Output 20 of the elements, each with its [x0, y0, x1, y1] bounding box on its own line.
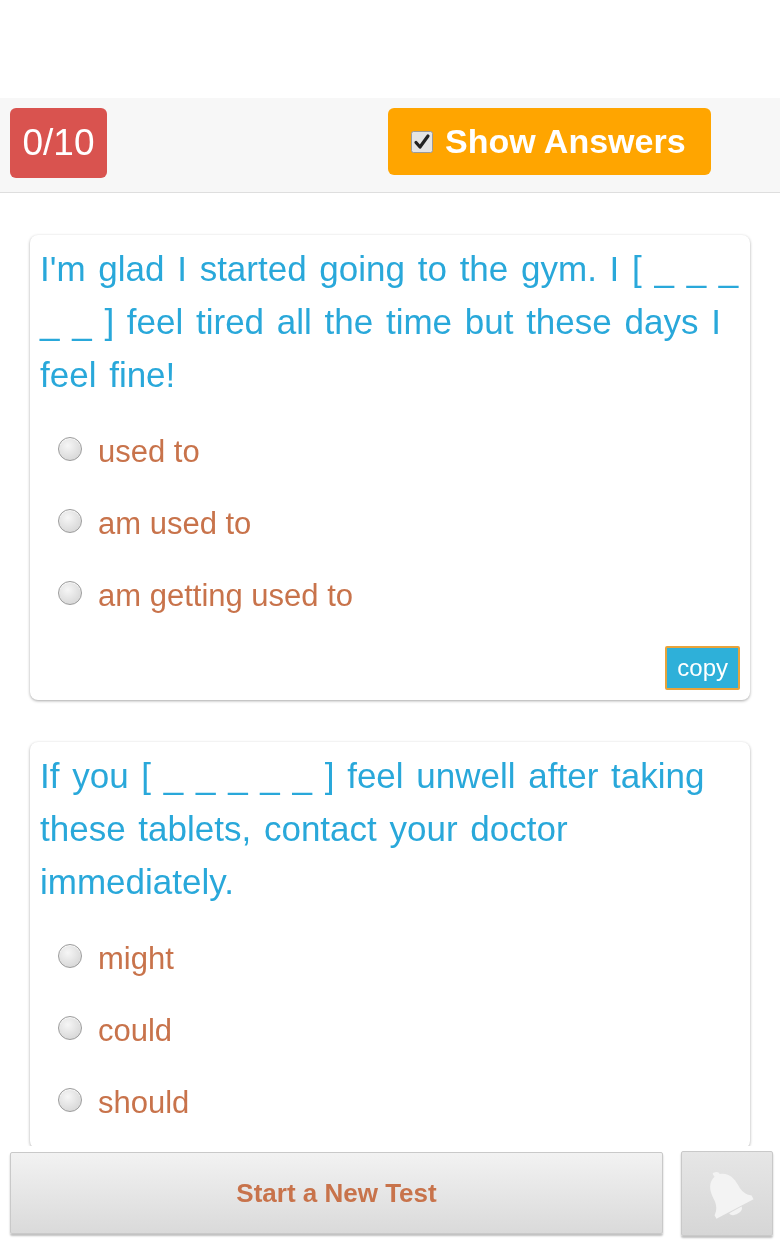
radio-button[interactable]	[58, 1088, 82, 1112]
radio-button[interactable]	[58, 944, 82, 968]
option-label[interactable]: should	[98, 1085, 190, 1121]
score-badge: 0/10	[10, 108, 107, 178]
checkbox[interactable]	[411, 130, 433, 153]
question-text: I'm glad I started going to the gym. I [ _ _ _ _ _ ] feel tired all the time but these days I feel fine!	[40, 248, 740, 396]
start-new-test-button[interactable]: Start a New Test	[10, 1152, 663, 1234]
option-label[interactable]: might	[98, 941, 174, 977]
option-label[interactable]: am getting used to	[98, 578, 354, 614]
option-label[interactable]: could	[98, 1013, 173, 1049]
show-answers-button[interactable]: Show Answers	[388, 108, 711, 175]
radio-button[interactable]	[58, 1016, 82, 1040]
option-label[interactable]: am used to	[98, 506, 252, 542]
radio-button[interactable]	[58, 437, 82, 461]
option-label[interactable]: used to	[98, 434, 200, 470]
bell-button[interactable]	[681, 1151, 773, 1236]
question-text: If you [ _ _ _ _ _ ] feel unwell after taking these tablets, contact your doctor immediately.	[40, 755, 706, 903]
copy-button[interactable]: copy	[665, 646, 740, 690]
radio-button[interactable]	[58, 581, 82, 605]
radio-button[interactable]	[58, 509, 82, 533]
